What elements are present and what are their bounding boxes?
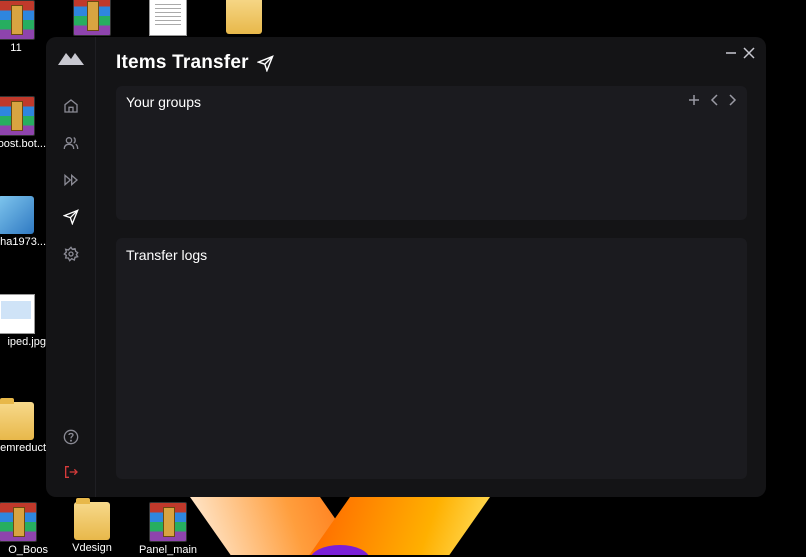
help-icon xyxy=(63,429,79,445)
desktop-icon[interactable]: 11 xyxy=(0,0,46,55)
sidebar-item-home[interactable] xyxy=(60,95,82,117)
desktop-icon-label: 11 xyxy=(10,42,22,54)
sidebar xyxy=(46,37,96,497)
wallpaper-graphic xyxy=(190,497,490,555)
sidebar-item-fast-forward[interactable] xyxy=(60,169,82,191)
folder-icon xyxy=(74,498,110,540)
folder-icon xyxy=(226,0,262,34)
winrar-icon xyxy=(73,0,111,36)
desktop-icon[interactable]: Vdesign xyxy=(62,498,122,555)
desktop-icon[interactable]: oost.bot... xyxy=(0,96,46,151)
winrar-icon xyxy=(0,502,37,542)
sidebar-item-users[interactable] xyxy=(60,132,82,154)
chevron-right-icon[interactable] xyxy=(725,93,739,107)
home-icon xyxy=(64,99,78,113)
winrar-icon xyxy=(0,0,35,40)
send-icon xyxy=(63,209,79,225)
desktop-icon[interactable]: O_Boos xyxy=(0,502,48,557)
logo-icon xyxy=(58,53,84,65)
logout-icon xyxy=(65,466,78,478)
desktop-icon-label: O_Boos xyxy=(8,544,48,556)
page-title: Items Transfer xyxy=(116,52,274,74)
desktop-icon-label: Vdesign xyxy=(72,542,112,554)
fast-forward-icon xyxy=(64,173,79,187)
document-icon xyxy=(149,0,187,36)
users-icon xyxy=(63,137,79,150)
desktop-icon[interactable]: Panel_main xyxy=(138,502,198,557)
groups-panel-title: Your groups xyxy=(126,94,201,110)
groups-panel: Your groups xyxy=(116,86,747,220)
minimize-icon[interactable] xyxy=(724,46,738,60)
image-file-icon xyxy=(0,294,35,334)
desktop-icon[interactable]: emreduct xyxy=(0,398,46,455)
send-icon xyxy=(256,54,274,72)
winrar-icon xyxy=(0,96,35,136)
app-window: Items Transfer Your groups Transfer logs xyxy=(46,37,766,497)
logs-panel: Transfer logs xyxy=(116,238,747,479)
close-icon[interactable] xyxy=(742,46,756,60)
sidebar-item-settings[interactable] xyxy=(60,243,82,265)
desktop-icon-label: Panel_main xyxy=(138,544,198,556)
desktop-icon[interactable] xyxy=(214,0,274,36)
desktop-icon-label: emreduct xyxy=(0,442,46,454)
sidebar-item-help[interactable] xyxy=(60,426,82,448)
chevron-left-icon[interactable] xyxy=(708,93,722,107)
gear-icon xyxy=(63,246,79,262)
desktop-icon[interactable] xyxy=(138,0,198,38)
sidebar-item-logout[interactable] xyxy=(60,461,82,483)
page-title-text: Items Transfer xyxy=(116,52,249,73)
desktop-icon-label: iped.jpg xyxy=(7,336,46,348)
desktop-icon-label: sha1973... xyxy=(0,236,46,248)
folder-icon xyxy=(0,398,34,440)
desktop-icon[interactable] xyxy=(62,0,122,38)
sidebar-item-transfer[interactable] xyxy=(60,206,82,228)
plus-icon[interactable] xyxy=(687,93,701,107)
logs-panel-title: Transfer logs xyxy=(126,247,208,263)
desktop-icon[interactable]: sha1973... xyxy=(0,196,46,249)
notepad-icon xyxy=(0,196,34,234)
winrar-icon xyxy=(149,502,187,542)
desktop-icon-label: oost.bot... xyxy=(0,138,46,150)
desktop-icon[interactable]: iped.jpg xyxy=(0,294,46,349)
